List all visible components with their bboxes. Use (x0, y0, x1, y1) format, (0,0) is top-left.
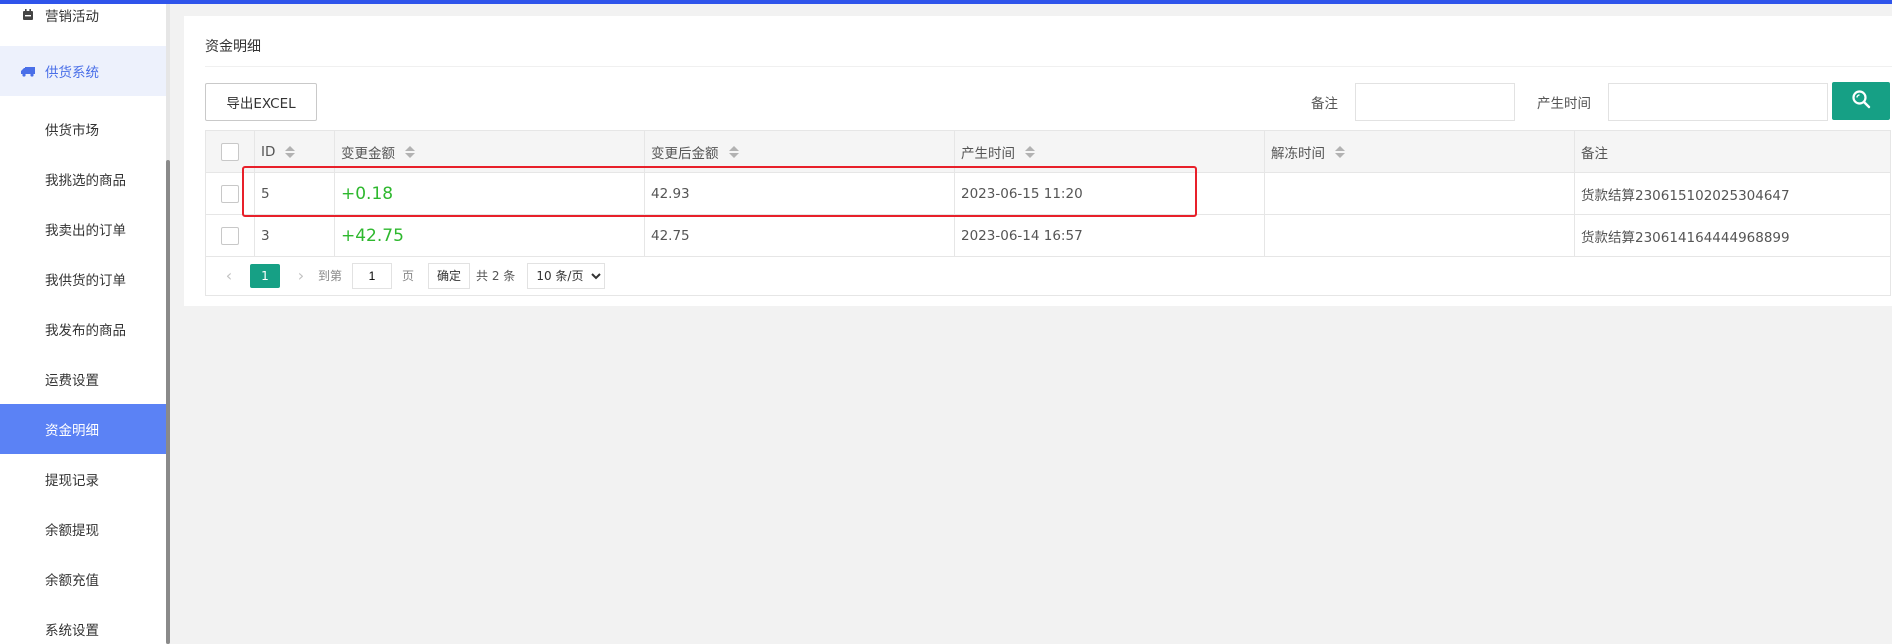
sidebar-item-label: 运费设置 (45, 373, 99, 389)
cell-remark: 货款结算230615102025304647 (1581, 187, 1790, 204)
header-label: 备注 (1581, 145, 1608, 162)
next-page-icon[interactable]: › (290, 264, 312, 288)
row-checkbox-cell (206, 173, 255, 214)
header-label: 变更后金额 (651, 145, 719, 162)
sort-icon[interactable] (1025, 145, 1035, 158)
sidebar-item-label: 提现记录 (45, 473, 99, 489)
pagination: ‹ 1 › 到第 页 确定 共 2 条 10 条/页 (205, 256, 1891, 296)
sidebar-item-label: 资金明细 (45, 423, 99, 439)
page-unit-label: 页 (402, 269, 415, 283)
cell-id: 5 (255, 173, 335, 214)
remark-input[interactable] (1355, 83, 1515, 121)
sort-icon[interactable] (1335, 145, 1345, 158)
header-label: ID (261, 143, 276, 160)
header-id[interactable]: ID (255, 131, 335, 172)
export-excel-button[interactable]: 导出EXCEL (205, 83, 317, 121)
time-input[interactable] (1608, 83, 1828, 121)
sidebar-item-published-goods[interactable]: 我发布的商品 (0, 304, 166, 354)
table-row: 5 +0.18 42.93 2023-06-15 11:20 货款结算23061… (206, 173, 1890, 215)
page-size-select[interactable]: 10 条/页 (527, 262, 606, 289)
cell-amount: +42.75 (335, 215, 645, 256)
sidebar-item-label: 余额充值 (45, 573, 99, 589)
sidebar-item-sold-orders[interactable]: 我卖出的订单 (0, 204, 166, 254)
total-count: 共 2 条 (476, 269, 516, 283)
sidebar-item-label: 供货市场 (45, 123, 99, 139)
header-created-time[interactable]: 产生时间 (955, 131, 1265, 172)
sort-icon[interactable] (728, 145, 739, 158)
search-icon (1851, 89, 1871, 113)
main-panel: 资金明细 导出EXCEL 备注 产生时间 ID 变更金额 变更后金额 产生时间 … (184, 16, 1892, 306)
sidebar-item-shipping-settings[interactable]: 运费设置 (0, 354, 166, 404)
row-checkbox[interactable] (221, 226, 239, 245)
fund-details-table: ID 变更金额 变更后金额 产生时间 解冻时间 备注 5 +0.18 42.93… (205, 130, 1891, 257)
page-number-current[interactable]: 1 (250, 263, 280, 288)
sidebar-scrollbar[interactable] (166, 160, 170, 644)
cell-unfreeze-time (1265, 173, 1575, 214)
sidebar-item-label: 我挑选的商品 (45, 173, 126, 189)
cell-amount: +0.18 (335, 173, 645, 214)
header-label: 解冻时间 (1271, 145, 1325, 162)
sidebar-item-supplied-orders[interactable]: 我供货的订单 (0, 254, 166, 304)
sidebar: 营销活动 供货系统 供货市场 我挑选的商品 我卖出的订单 我供货的订单 我发布的… (0, 4, 166, 644)
prev-page-icon[interactable]: ‹ (218, 264, 240, 288)
title-divider (205, 66, 1892, 67)
sidebar-item-label: 我发布的商品 (45, 323, 126, 339)
sort-icon[interactable] (285, 145, 296, 158)
goto-confirm-button[interactable]: 确定 (428, 262, 471, 289)
calendar-icon (20, 7, 36, 23)
header-unfreeze-time[interactable]: 解冻时间 (1265, 131, 1575, 172)
sidebar-item-selected-goods[interactable]: 我挑选的商品 (0, 154, 166, 204)
sort-icon[interactable] (405, 145, 415, 158)
search-button[interactable] (1832, 82, 1890, 120)
sidebar-item-system-settings[interactable]: 系统设置 (0, 604, 166, 644)
top-accent-bar (0, 0, 1892, 4)
header-after-amount[interactable]: 变更后金额 (645, 131, 955, 172)
sidebar-item-label: 我供货的订单 (45, 273, 126, 289)
cell-after-amount: 42.93 (645, 173, 955, 214)
goto-label: 到第 (318, 269, 343, 283)
cell-remark: 货款结算230614164444968899 (1581, 229, 1790, 246)
row-checkbox[interactable] (221, 184, 239, 203)
cell-created-time: 2023-06-14 16:57 (955, 215, 1265, 256)
sidebar-item-supply-system[interactable]: 供货系统 (0, 46, 166, 96)
table-row: 3 +42.75 42.75 2023-06-14 16:57 货款结算2306… (206, 215, 1890, 257)
truck-icon (20, 63, 36, 79)
sidebar-item-label: 我卖出的订单 (45, 223, 126, 239)
header-checkbox-cell (206, 131, 255, 172)
sidebar-item-balance-withdraw[interactable]: 余额提现 (0, 504, 166, 554)
sidebar-item-label: 供货系统 (45, 65, 99, 81)
sidebar-item-withdraw-records[interactable]: 提现记录 (0, 454, 166, 504)
cell-created-time: 2023-06-15 11:20 (955, 173, 1265, 214)
remark-filter-label: 备注 (1311, 96, 1338, 112)
sidebar-item-supply-market[interactable]: 供货市场 (0, 104, 166, 154)
cell-after-amount: 42.75 (645, 215, 955, 256)
time-filter-label: 产生时间 (1537, 96, 1591, 112)
header-amount[interactable]: 变更金额 (335, 131, 645, 172)
cell-unfreeze-time (1265, 215, 1575, 256)
sidebar-item-label: 营销活动 (45, 9, 99, 25)
page-title: 资金明细 (205, 39, 261, 55)
sidebar-item-balance-recharge[interactable]: 余额充值 (0, 554, 166, 604)
sidebar-item-label: 余额提现 (45, 523, 99, 539)
header-label: 变更金额 (341, 145, 395, 162)
header-label: 产生时间 (961, 145, 1015, 162)
row-checkbox-cell (206, 215, 255, 256)
goto-page-input[interactable] (352, 262, 393, 289)
cell-id: 3 (255, 215, 335, 256)
select-all-checkbox[interactable] (221, 142, 239, 161)
table-header-row: ID 变更金额 变更后金额 产生时间 解冻时间 备注 (206, 131, 1890, 173)
sidebar-item-fund-details[interactable]: 资金明细 (0, 404, 166, 454)
sidebar-item-marketing[interactable]: 营销活动 (0, 0, 166, 40)
sidebar-item-label: 系统设置 (45, 623, 99, 639)
header-remark: 备注 (1575, 131, 1890, 172)
